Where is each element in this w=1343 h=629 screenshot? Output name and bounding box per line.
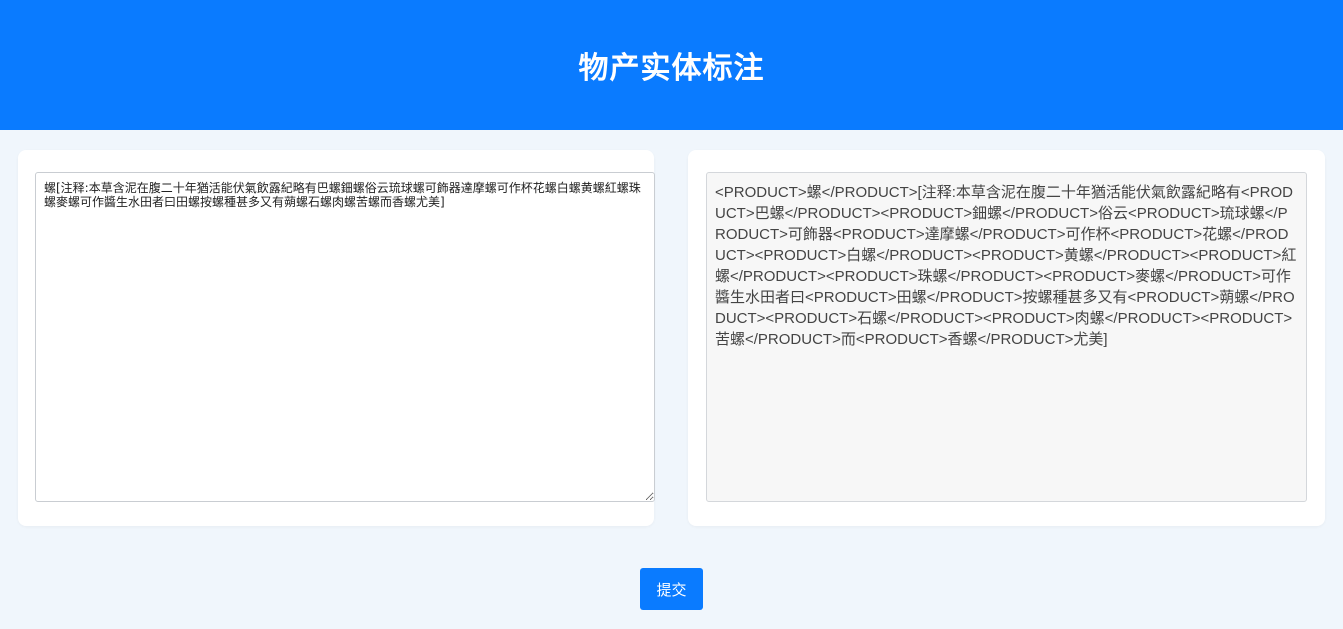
output-card: <PRODUCT>螺</PRODUCT>[注释:本草含泥在腹二十年猶活能伏氣飲露…: [688, 150, 1325, 526]
page-title: 物产实体标注: [578, 51, 765, 86]
input-card: 螺[注释:本草含泥在腹二十年猶活能伏氣飲露紀略有巴螺鈿螺俗云琉球螺可飾器達摩螺可…: [18, 150, 655, 526]
source-text-input[interactable]: 螺[注释:本草含泥在腹二十年猶活能伏氣飲露紀略有巴螺鈿螺俗云琉球螺可飾器達摩螺可…: [35, 172, 655, 502]
annotated-output: <PRODUCT>螺</PRODUCT>[注释:本草含泥在腹二十年猶活能伏氣飲露…: [706, 172, 1307, 502]
submit-button[interactable]: 提交: [640, 568, 703, 610]
page-header: 物产实体标注: [0, 0, 1343, 130]
